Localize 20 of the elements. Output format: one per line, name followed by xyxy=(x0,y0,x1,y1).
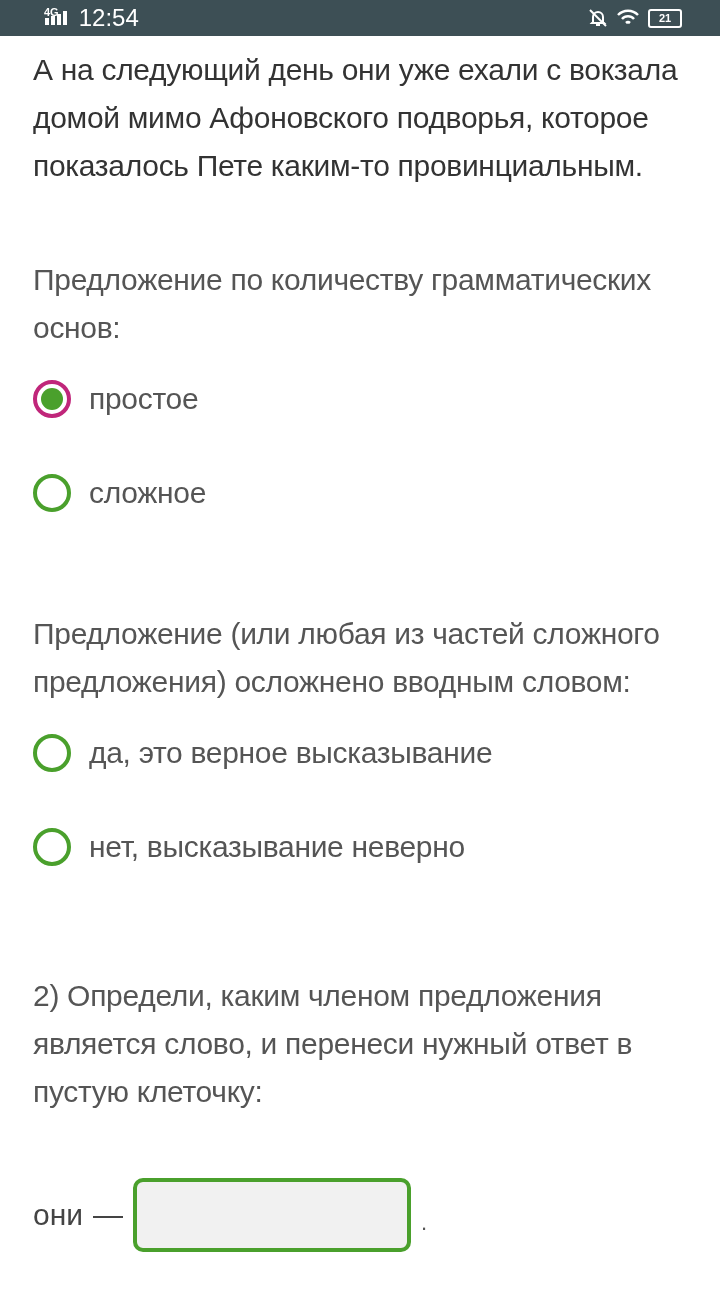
period-text: . xyxy=(421,1210,428,1236)
option-label[interactable]: нет, высказывание неверно xyxy=(89,830,465,864)
word-text: они xyxy=(33,1198,83,1232)
network-type: 4G xyxy=(44,6,59,18)
option-label[interactable]: простое xyxy=(89,382,199,416)
answer-box[interactable] xyxy=(133,1178,411,1252)
radio-button[interactable] xyxy=(33,474,71,512)
sentence-text: А на следующий день они уже ехали с вокзала домой мимо Афоновского подворья, которое показалось Пете каким-то провинциальным. xyxy=(33,52,679,184)
radio-button[interactable] xyxy=(33,734,71,772)
bell-off-icon xyxy=(588,8,608,28)
radio-button[interactable] xyxy=(33,380,71,418)
dash-text: — xyxy=(93,1198,123,1232)
option-label[interactable]: да, это верное высказывание xyxy=(89,736,493,770)
battery-icon: 21 xyxy=(648,8,682,28)
question-label: Предложение (или любая из частей сложного предложения) осложнено вводным словом: xyxy=(33,616,661,700)
task-text: 2) Определи, каким членом предложения является слово, и перенеси нужный ответ в пустую клеточку: xyxy=(33,978,634,1110)
clock-time: 12:54 xyxy=(78,4,139,32)
question-label: Предложение по количеству грамматических основ: xyxy=(33,262,653,346)
radio-button[interactable] xyxy=(33,828,71,866)
option-label[interactable]: сложное xyxy=(89,476,207,510)
